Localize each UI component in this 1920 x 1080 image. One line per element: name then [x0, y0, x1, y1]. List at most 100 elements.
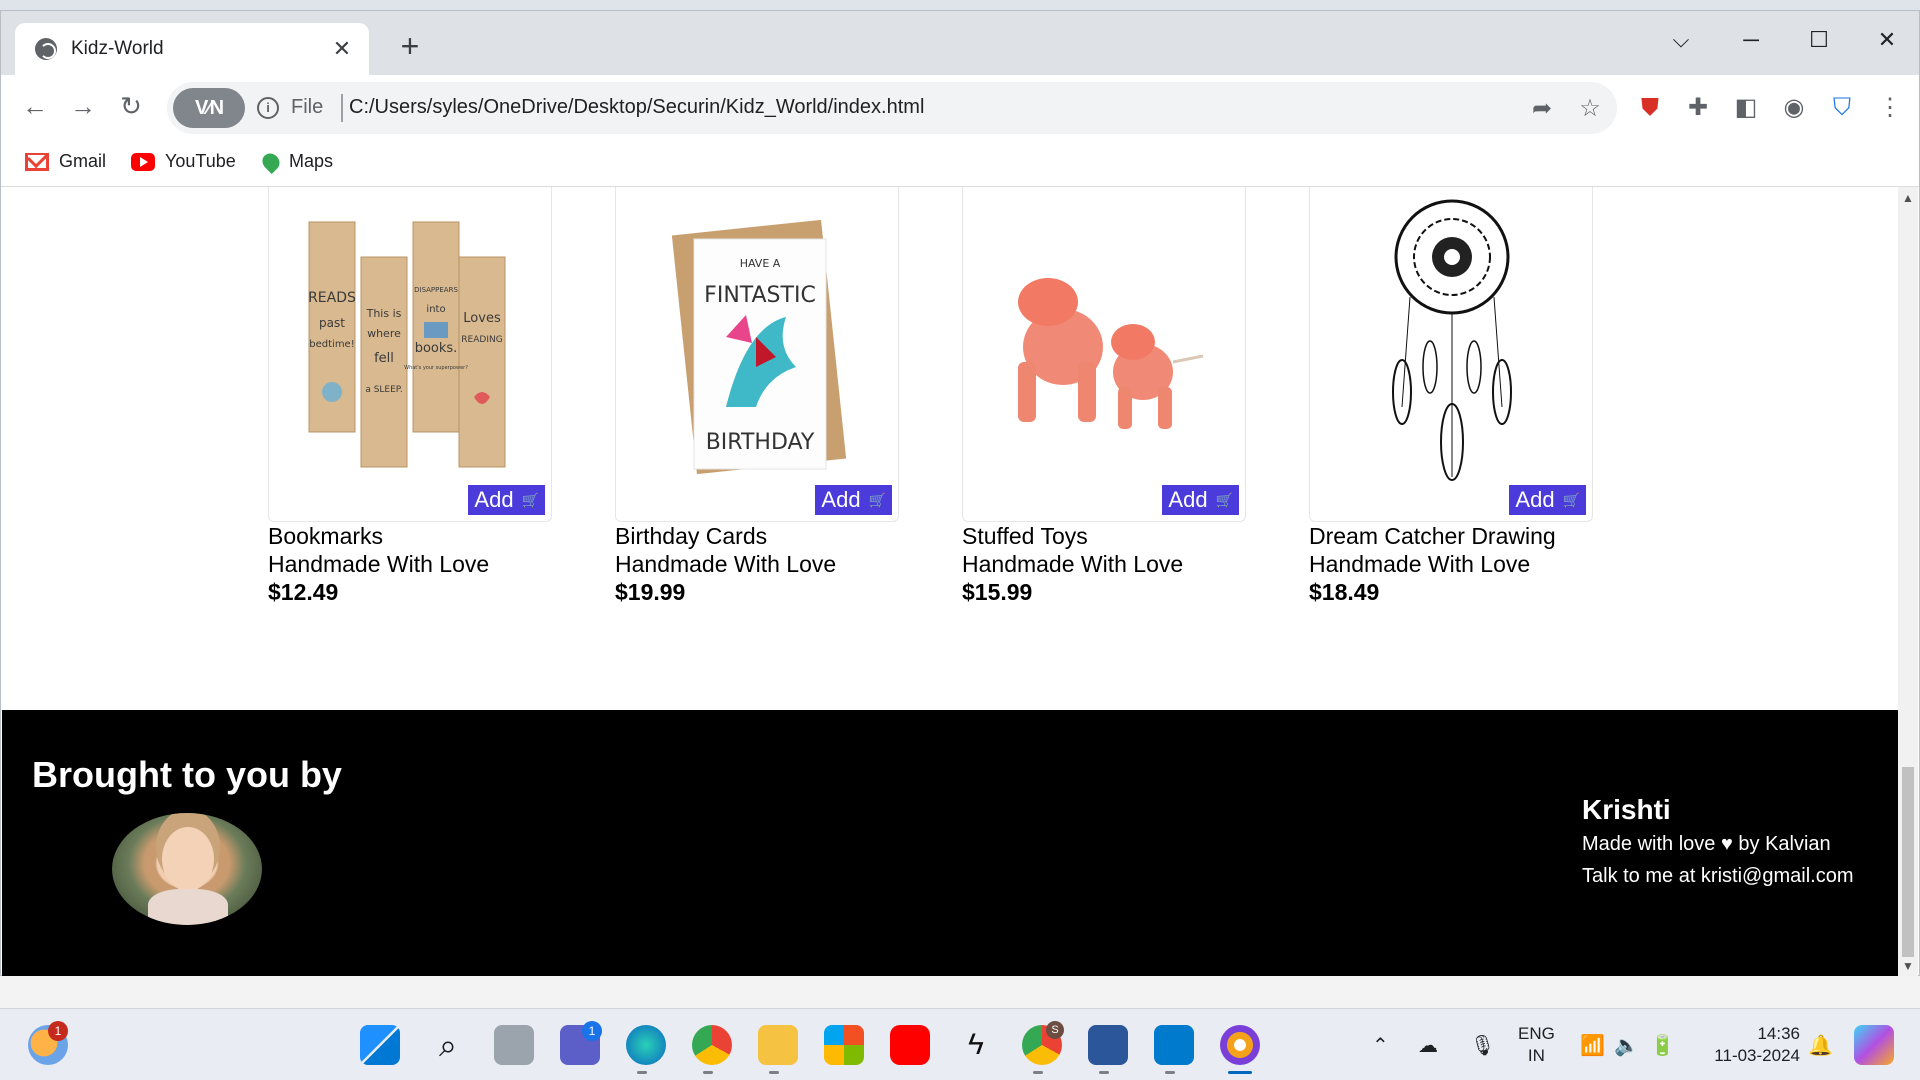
url-scheme-label: File [291, 96, 324, 118]
site-footer: Brought to you by Krishti Made with love… [2, 710, 1898, 976]
running-indicator [769, 1071, 779, 1074]
copilot-icon[interactable] [1854, 1025, 1894, 1065]
bookmark-label: Maps [289, 151, 334, 171]
language-indicator[interactable]: ENG IN [1518, 1023, 1555, 1067]
birthday-art-text: FINTASTIC [704, 283, 816, 308]
tab-search-chevron-icon[interactable]: ⌵ [1661, 27, 1701, 53]
vpn-badge[interactable]: V∕N [173, 88, 245, 128]
add-to-cart-button[interactable]: Add 🛒 [468, 485, 545, 515]
bookmark-art-text: bedtime! [309, 339, 354, 350]
page-scrollbar[interactable]: ▲ ▼ [1898, 187, 1918, 976]
info-icon[interactable]: i [257, 97, 279, 119]
product-image-frame[interactable]: READS past bedtime! This is where fell a… [268, 187, 552, 522]
product-price: $12.49 [268, 579, 339, 605]
side-panel-icon[interactable]: ◧ [1731, 93, 1761, 123]
vscode-icon[interactable] [1154, 1025, 1194, 1065]
clock-time: 14:36 [1757, 1024, 1800, 1043]
product-name[interactable]: Birthday Cards [615, 522, 899, 550]
birthday-card-image: HAVE A FINTASTIC BIRTHDAY [671, 219, 847, 475]
bookmark-art-text: This is [366, 307, 402, 320]
bookmark-maps[interactable]: Maps [258, 149, 334, 174]
onedrive-icon[interactable]: ☁ [1418, 1033, 1438, 1058]
app-lightning-icon[interactable]: ϟ [956, 1025, 996, 1065]
notification-bell-icon[interactable]: 🔔 [1808, 1033, 1833, 1058]
browser-app-icon[interactable] [1220, 1025, 1260, 1065]
product-image-frame[interactable]: Add 🛒 [1309, 187, 1593, 522]
microphone-icon[interactable]: 🎙 [1470, 1033, 1495, 1058]
bookmark-youtube[interactable]: YouTube [131, 151, 236, 172]
bookmark-gmail[interactable]: Gmail [25, 151, 106, 172]
bookmark-art-text: READS [308, 290, 356, 306]
address-bar[interactable]: V∕N i File C:/Users/syles/OneDrive/Deskt… [167, 82, 1617, 134]
add-button-label: Add [1515, 487, 1555, 512]
product-name[interactable]: Dream Catcher Drawing [1309, 522, 1593, 550]
edge-icon[interactable] [626, 1025, 666, 1065]
ms-store-icon[interactable] [824, 1025, 864, 1065]
birthday-art-text: BIRTHDAY [706, 430, 815, 455]
product-card: Add 🛒 Stuffed Toys Handmade With Love $1… [962, 187, 1246, 606]
url-text[interactable]: C:/Users/syles/OneDrive/Desktop/Securin/… [349, 96, 924, 119]
new-tab-button[interactable]: + [393, 29, 427, 63]
add-to-cart-button[interactable]: Add 🛒 [1162, 485, 1239, 515]
scroll-up-icon[interactable]: ▲ [1902, 191, 1914, 205]
scroll-down-icon[interactable]: ▼ [1902, 959, 1914, 973]
adblock-extension-icon[interactable]: ⛊ [1635, 93, 1665, 123]
bookmark-art-text: past [319, 316, 345, 330]
background-window-strip [0, 976, 1920, 1008]
back-icon[interactable]: ← [17, 91, 53, 122]
product-image-frame[interactable]: HAVE A FINTASTIC BIRTHDAY Add 🛒 [615, 187, 899, 522]
browser-toolbar: ← → ↻ V∕N i File C:/Users/syles/OneDrive… [1, 75, 1919, 141]
scrollbar-thumb[interactable] [1902, 767, 1914, 957]
tab-title: Kidz-World [71, 38, 164, 59]
stuffed-toys-image [1018, 278, 1204, 429]
task-view-icon[interactable] [494, 1025, 534, 1065]
running-indicator [637, 1071, 647, 1074]
extensions-puzzle-icon[interactable]: ✚ [1683, 93, 1713, 123]
chrome-icon[interactable] [692, 1025, 732, 1065]
minimize-icon[interactable]: ─ [1731, 27, 1771, 53]
star-icon[interactable]: ☆ [1575, 94, 1605, 123]
profile-icon[interactable]: ◉ [1779, 93, 1809, 123]
bookmark-art-text: Loves [463, 311, 501, 326]
add-to-cart-button[interactable]: Add 🛒 [815, 485, 892, 515]
bookmark-art-text: where [367, 327, 401, 340]
product-card: READS past bedtime! This is where fell a… [268, 187, 552, 606]
contact-line[interactable]: Talk to me at kristi@gmail.com [1582, 860, 1853, 892]
product-price: $15.99 [962, 579, 1033, 605]
product-subtitle: Handmade With Love [962, 551, 1184, 577]
maximize-icon[interactable]: ☐ [1799, 27, 1839, 53]
bookmark-art-text: into [426, 304, 445, 315]
shield-extension-icon[interactable]: ⛉ [1827, 93, 1857, 123]
word-icon[interactable] [1088, 1025, 1128, 1065]
close-window-icon[interactable]: ✕ [1867, 27, 1907, 53]
tab-close-icon[interactable]: ✕ [329, 36, 355, 62]
tab-kidz-world[interactable]: Kidz-World ✕ [15, 23, 369, 75]
volume-icon[interactable]: 🔈 [1614, 1033, 1639, 1058]
taskbar: 1 ⌕ 1 ϟ S ⌃ ☁ 🎙 ENG IN 📶 🔈 🔋 14:36 11-03… [0, 1008, 1920, 1080]
battery-icon[interactable]: 🔋 [1650, 1033, 1675, 1058]
tab-strip: Kidz-World ✕ + ⌵ ─ ☐ ✕ [1, 11, 1919, 75]
menu-kebab-icon[interactable]: ⋮ [1875, 93, 1905, 123]
system-clock[interactable]: 14:36 11-03-2024 [1700, 1023, 1800, 1067]
tray-chevron-icon[interactable]: ⌃ [1372, 1033, 1389, 1058]
product-image-frame[interactable]: Add 🛒 [962, 187, 1246, 522]
product-name[interactable]: Stuffed Toys [962, 522, 1246, 550]
avatar [112, 813, 262, 925]
product-card: HAVE A FINTASTIC BIRTHDAY Add 🛒 Birthday… [615, 187, 899, 606]
wifi-icon[interactable]: 📶 [1580, 1033, 1605, 1058]
youtube-taskbar-icon[interactable] [890, 1025, 930, 1065]
product-name[interactable]: Bookmarks [268, 522, 552, 550]
add-to-cart-button[interactable]: Add 🛒 [1509, 485, 1586, 515]
running-indicator [1165, 1071, 1175, 1074]
start-windows-icon[interactable] [360, 1025, 400, 1065]
dream-catcher-image [1392, 199, 1512, 481]
reload-icon[interactable]: ↻ [113, 91, 149, 122]
clock-date: 11-03-2024 [1714, 1046, 1800, 1065]
file-explorer-icon[interactable] [758, 1025, 798, 1065]
active-indicator [1228, 1071, 1252, 1074]
search-icon[interactable]: ⌕ [428, 1025, 468, 1065]
share-icon[interactable]: ➦ [1527, 94, 1557, 123]
add-button-label: Add [821, 487, 861, 512]
bookmark-art-text: a SLEEP. [365, 385, 402, 395]
forward-icon[interactable]: → [65, 91, 101, 122]
